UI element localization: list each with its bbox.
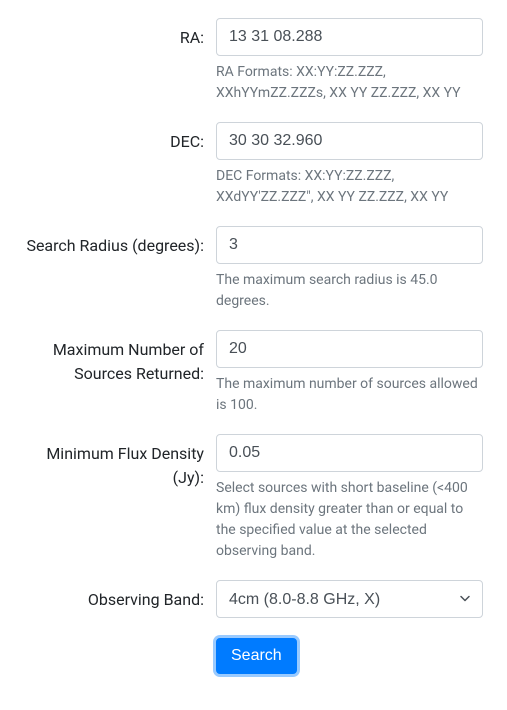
max-sources-input[interactable] bbox=[216, 330, 483, 368]
min-flux-help: Select sources with short baseline (<400… bbox=[216, 478, 483, 562]
band-select[interactable]: 4cm (8.0-8.8 GHz, X) bbox=[216, 580, 483, 618]
radius-label: Search Radius (degrees): bbox=[12, 226, 212, 258]
min-flux-label: Minimum Flux Density (Jy): bbox=[12, 434, 212, 490]
min-flux-input[interactable] bbox=[216, 434, 483, 472]
dec-label: DEC: bbox=[12, 122, 212, 154]
dec-help: DEC Formats: XX:YY:ZZ.ZZZ, XXdYY'ZZ.ZZZ"… bbox=[216, 166, 483, 208]
radius-input[interactable] bbox=[216, 226, 483, 264]
ra-help: RA Formats: XX:YY:ZZ.ZZZ, XXhYYmZZ.ZZZs,… bbox=[216, 62, 483, 104]
radius-help: The maximum search radius is 45.0 degree… bbox=[216, 270, 483, 312]
ra-label: RA: bbox=[12, 18, 212, 50]
search-button[interactable]: Search bbox=[216, 638, 297, 674]
max-sources-help: The maximum number of sources allowed is… bbox=[216, 374, 483, 416]
dec-input[interactable] bbox=[216, 122, 483, 160]
band-label: Observing Band: bbox=[12, 580, 212, 612]
ra-input[interactable] bbox=[216, 18, 483, 56]
max-sources-label: Maximum Number of Sources Returned: bbox=[12, 330, 212, 386]
